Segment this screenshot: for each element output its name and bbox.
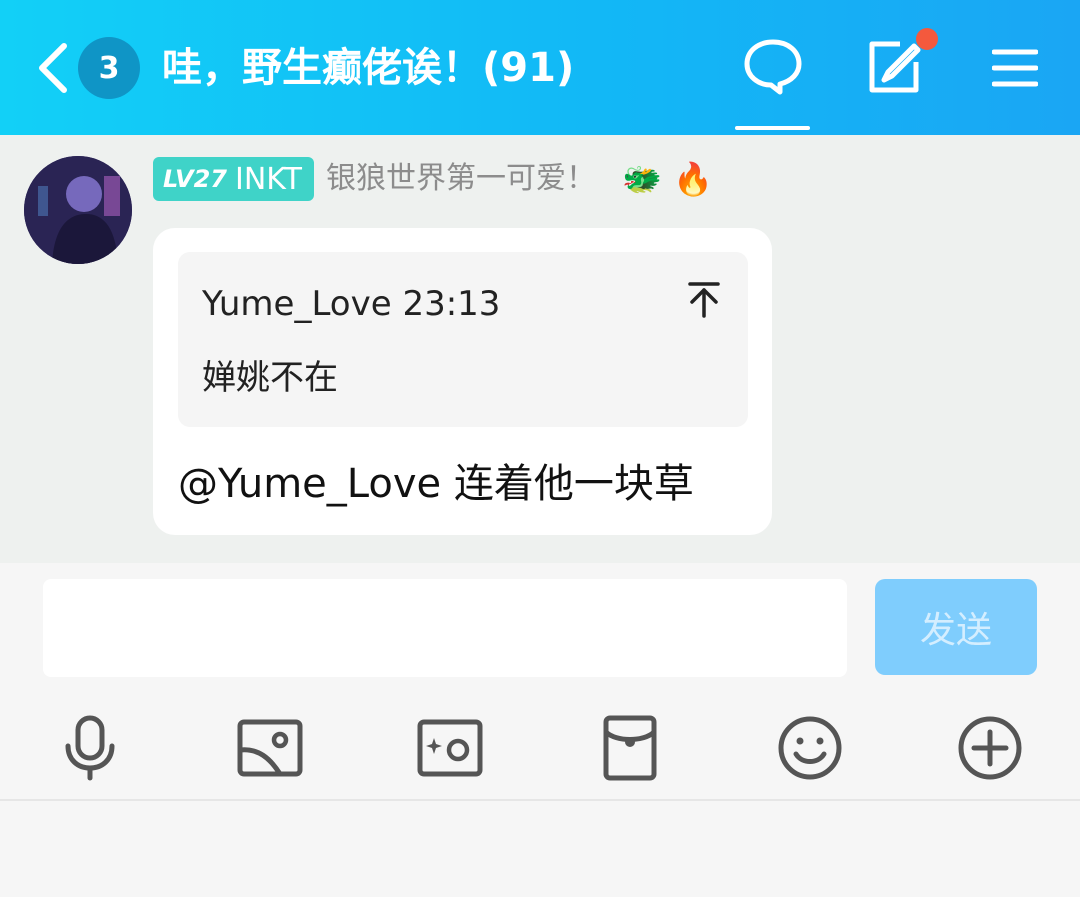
top-bar: 3 哇，野生癫佬诶！(91) <box>0 0 1080 135</box>
active-tab-indicator <box>735 126 810 130</box>
menu-icon[interactable] <box>992 48 1038 88</box>
image-icon[interactable] <box>234 712 306 784</box>
jump-to-top-icon[interactable] <box>686 280 722 320</box>
red-envelope-icon[interactable] <box>594 712 666 784</box>
quoted-user-time: Yume_Love 23:13 <box>202 284 501 324</box>
nickname[interactable]: 银狼世界第一可爱！ <box>326 157 596 201</box>
page-title: 哇，野生癫佬诶！(91) <box>162 45 575 91</box>
camera-icon[interactable] <box>414 712 486 784</box>
emoji-icon[interactable] <box>774 712 846 784</box>
dragon-icon: 🐲 <box>622 160 662 198</box>
chat-bubble-icon[interactable] <box>742 36 804 98</box>
message-input[interactable] <box>43 579 847 677</box>
level-name: INKT <box>234 161 302 197</box>
microphone-icon[interactable] <box>54 712 126 784</box>
fire-icon: 🔥 <box>673 160 713 198</box>
quoted-text: 婵姚不在 <box>202 358 338 398</box>
back-arrow-icon[interactable] <box>34 40 74 96</box>
notification-dot <box>916 28 938 50</box>
send-button[interactable]: 发送 <box>875 579 1037 675</box>
level-number: LV27 <box>163 165 227 193</box>
avatar-image <box>24 156 132 264</box>
level-badge: LV27 INKT <box>153 157 314 201</box>
message-text: @Yume_Love 连着他一块草 <box>178 461 694 507</box>
unread-count-badge[interactable]: 3 <box>78 37 140 99</box>
avatar[interactable] <box>24 156 132 264</box>
plus-icon[interactable] <box>954 712 1026 784</box>
edit-icon[interactable] <box>866 40 922 96</box>
